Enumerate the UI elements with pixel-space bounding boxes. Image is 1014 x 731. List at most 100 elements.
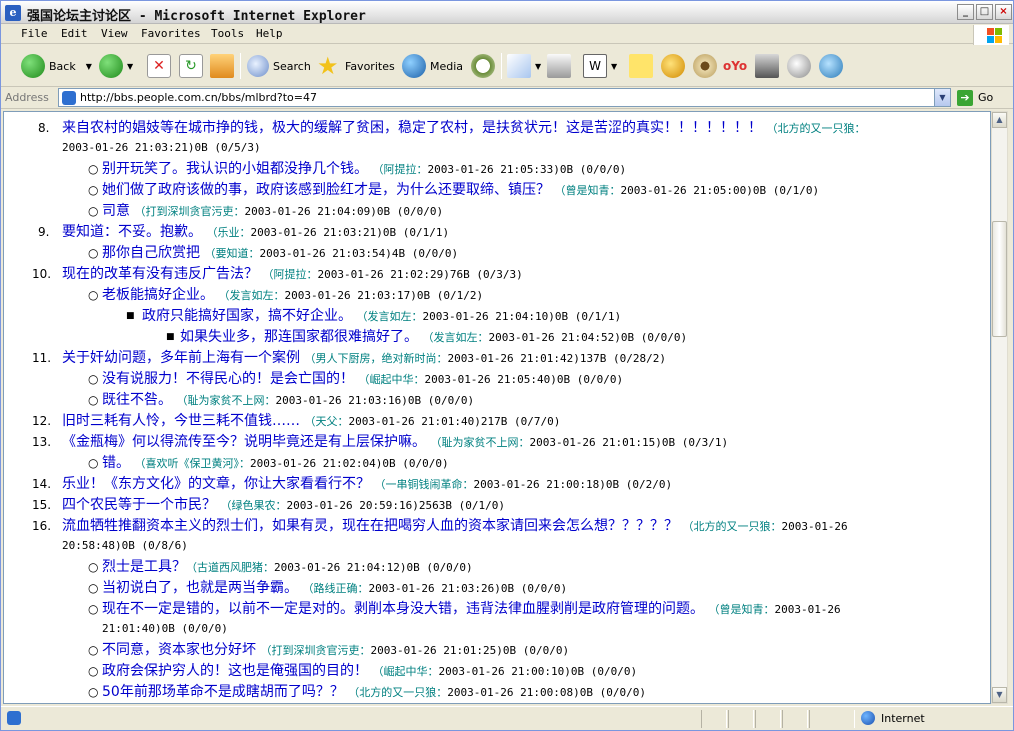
- home-button[interactable]: [210, 52, 238, 80]
- square-bullet-icon: ■: [166, 332, 175, 342]
- menu-help[interactable]: Help: [256, 27, 283, 40]
- scroll-thumb[interactable]: [992, 221, 1007, 337]
- tool-icon: [755, 54, 779, 78]
- post-link[interactable]: 如果失业多，那连国家都很难搞好了。: [180, 329, 418, 345]
- post-author[interactable]: （路线正确：: [302, 582, 368, 595]
- post-link[interactable]: 不同意，资本家也分好坏: [102, 642, 256, 658]
- post-link[interactable]: 当初说白了，也就是两当争霸。: [102, 580, 298, 596]
- post-link[interactable]: 来自农村的娼妓等在城市挣的钱，极大的缓解了贫困，稳定了农村，是扶贫状元！这是苦涩…: [62, 120, 762, 136]
- menu-file[interactable]: File: [21, 27, 48, 40]
- bullet-icon: ○: [88, 288, 99, 302]
- menu-tools[interactable]: Tools: [211, 27, 244, 40]
- post-author[interactable]: （天父：: [304, 415, 348, 428]
- maximize-button[interactable]: □: [976, 4, 993, 20]
- post-link[interactable]: 现在不一定是错的，以前不一定是对的。剥削本身没大错，违背法律血腥剥削是政府管理的…: [102, 601, 704, 617]
- post-author[interactable]: （古道西风肥猪：: [186, 561, 274, 574]
- item-number: 9.: [38, 225, 50, 239]
- post-link[interactable]: 司意: [102, 203, 130, 219]
- post-link[interactable]: 别开玩笑了。我认识的小姐都没挣几个钱。: [102, 161, 368, 177]
- minimize-button[interactable]: _: [957, 4, 974, 20]
- address-dropdown-icon[interactable]: ▼: [934, 89, 950, 106]
- post-author[interactable]: （曾是知青：: [554, 184, 620, 197]
- post-link[interactable]: 四个农民等于一个市民？: [62, 497, 216, 513]
- discuss-button[interactable]: [787, 52, 815, 80]
- history-button[interactable]: [471, 52, 499, 80]
- forward-button[interactable]: ▼: [99, 52, 133, 80]
- post-link[interactable]: 现在的改革有没有违反广告法？: [62, 266, 258, 282]
- word-edit-icon: W: [583, 54, 607, 78]
- scroll-down-icon[interactable]: ▼: [992, 687, 1007, 703]
- post-link[interactable]: 《金瓶梅》何以得流传至今？说明毕竟还是有上层保护嘛。: [62, 434, 426, 450]
- post-author[interactable]: （阿提拉：: [372, 163, 427, 176]
- address-input[interactable]: http://bbs.people.com.cn/bbs/mlbrd?to=47…: [58, 88, 951, 107]
- post-link[interactable]: 关于奸幼问题，多年前上海有一个案例: [62, 350, 300, 366]
- flower-button[interactable]: [693, 52, 721, 80]
- post-author[interactable]: （北方的又一只狼：: [348, 686, 447, 699]
- stop-button[interactable]: ✕: [147, 52, 175, 80]
- search-button[interactable]: Search: [247, 52, 311, 80]
- notes-button[interactable]: [629, 52, 657, 80]
- post-author[interactable]: （耻为家贫不上网：: [176, 394, 275, 407]
- favorites-button[interactable]: ★ Favorites: [317, 52, 395, 80]
- back-button[interactable]: Back ▼: [21, 52, 92, 80]
- refresh-button[interactable]: ↻: [179, 52, 207, 80]
- post-author[interactable]: （发言如左：: [422, 331, 488, 344]
- close-button[interactable]: ×: [995, 4, 1012, 20]
- status-cell: [701, 710, 727, 728]
- scroll-up-icon[interactable]: ▲: [992, 112, 1007, 128]
- tool-button[interactable]: [755, 52, 783, 80]
- post-author[interactable]: （打到深圳贪官污吏：: [134, 205, 244, 218]
- post-author[interactable]: （喜欢听《保卫黄河》：: [134, 457, 250, 470]
- oicq-button[interactable]: oYo: [723, 52, 751, 80]
- post-author[interactable]: （打到深圳贪官污吏：: [260, 644, 370, 657]
- post-link[interactable]: 烈士是工具？: [102, 559, 186, 575]
- post-link[interactable]: 政府会保护穷人的！这也是俺强国的目的！: [102, 663, 368, 679]
- post-author[interactable]: （发言如左：: [356, 310, 422, 323]
- post-link[interactable]: 政府只能搞好国家，搞不好企业。: [142, 308, 352, 324]
- edit-dropdown-icon[interactable]: ▼: [611, 62, 617, 71]
- flower-icon: [693, 54, 717, 78]
- post-link[interactable]: 乐业！《东方文化》的文章，你让大家看看行不？: [62, 476, 370, 492]
- post-author[interactable]: （曾是知青：: [708, 603, 774, 616]
- menu-favorites[interactable]: Favorites: [141, 27, 201, 40]
- post-link[interactable]: 没有说服力！不得民心的！是会亡国的！: [102, 371, 354, 387]
- forward-dropdown-icon[interactable]: ▼: [127, 62, 133, 71]
- print-button[interactable]: [547, 52, 575, 80]
- media-button[interactable]: Media: [402, 52, 463, 80]
- post-link[interactable]: 流血牺牲推翻资本主义的烈士们，如果有灵，现在在把喝穷人血的资本家请回来会怎么想？…: [62, 518, 678, 534]
- menu-view[interactable]: View: [101, 27, 128, 40]
- vertical-scrollbar[interactable]: ▲ ▼: [991, 111, 1008, 704]
- sticky-note-icon: [629, 54, 653, 78]
- post-link[interactable]: 50年前那场革命不是成瞎胡而了吗？？: [102, 684, 344, 700]
- post-author[interactable]: （阿提拉：: [262, 268, 317, 281]
- post-author[interactable]: （崛起中华：: [372, 665, 438, 678]
- menu-edit[interactable]: Edit: [61, 27, 88, 40]
- mail-button[interactable]: ▼: [507, 52, 541, 80]
- title-bar[interactable]: e 强国论坛主讨论区 - Microsoft Internet Explorer…: [1, 1, 1013, 24]
- post-link[interactable]: 既往不咎。: [102, 392, 172, 408]
- back-dropdown-icon[interactable]: ▼: [86, 62, 92, 71]
- post-link[interactable]: 她们做了政府该做的事，政府该感到脸红才是，为什么还要取缔、镇压？: [102, 182, 550, 198]
- edit-button[interactable]: W ▼: [583, 52, 617, 80]
- post-author[interactable]: （男人下厨房，绝对新时尚：: [304, 352, 447, 365]
- post-author[interactable]: （耻为家贫不上网：: [430, 436, 529, 449]
- post-author[interactable]: （一串铜钱闹革命：: [374, 478, 473, 491]
- post-author[interactable]: （发言如左：: [218, 289, 284, 302]
- post-author[interactable]: （崛起中华：: [358, 373, 424, 386]
- mail-dropdown-icon[interactable]: ▼: [535, 62, 541, 71]
- post-author[interactable]: （北方的又一只狼：: [766, 122, 865, 135]
- post-link[interactable]: 旧时三耗有人怜，今世三耗不值钱……: [62, 413, 300, 429]
- contacts-button[interactable]: [819, 52, 847, 80]
- post-author[interactable]: （北方的又一只狼：: [682, 520, 781, 533]
- post-link[interactable]: 要知道：不妥。抱歉。: [62, 224, 202, 240]
- post-author[interactable]: （要知道：: [204, 247, 259, 260]
- menu-bar: File Edit View Favorites Tools Help: [1, 24, 1013, 44]
- post-link[interactable]: 那你自己欣赏把: [102, 245, 200, 261]
- post-link[interactable]: 老板能搞好企业。: [102, 287, 214, 303]
- address-url[interactable]: http://bbs.people.com.cn/bbs/mlbrd?to=47: [80, 91, 317, 104]
- post-link[interactable]: 错。: [102, 455, 130, 471]
- post-author[interactable]: （绿色果农：: [220, 499, 286, 512]
- post-author[interactable]: （乐业：: [206, 226, 250, 239]
- messenger-button[interactable]: [661, 52, 689, 80]
- go-button[interactable]: ➔ Go: [957, 88, 993, 107]
